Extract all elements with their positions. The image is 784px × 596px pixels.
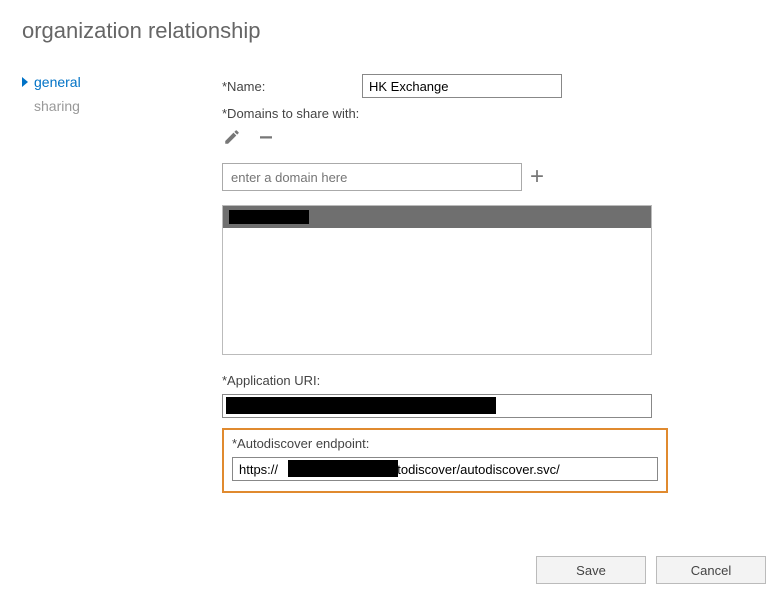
redacted-app-uri <box>226 397 496 414</box>
remove-icon[interactable] <box>256 127 276 147</box>
autodiscover-input[interactable] <box>232 457 658 481</box>
caret-icon <box>22 77 28 87</box>
form-panel: *Name: *Domains to share with: + <box>222 74 762 493</box>
cancel-button[interactable]: Cancel <box>656 556 766 584</box>
nav-general-label: general <box>34 74 81 90</box>
edit-icon[interactable] <box>222 127 242 147</box>
add-domain-icon[interactable]: + <box>530 167 544 187</box>
domain-input[interactable] <box>222 163 522 191</box>
nav-sharing[interactable]: sharing <box>22 98 222 114</box>
autodiscover-section: *Autodiscover endpoint: <box>222 428 668 493</box>
redacted-domain <box>229 210 309 224</box>
nav-sharing-label: sharing <box>34 98 80 114</box>
page-title: organization relationship <box>22 18 762 44</box>
footer-buttons: Save Cancel <box>536 556 766 584</box>
domains-label: *Domains to share with: <box>222 106 762 121</box>
name-label: *Name: <box>222 79 362 94</box>
list-item[interactable] <box>223 206 651 228</box>
autodiscover-label: *Autodiscover endpoint: <box>232 436 658 451</box>
save-button[interactable]: Save <box>536 556 646 584</box>
nav-general[interactable]: general <box>22 74 222 90</box>
name-input[interactable] <box>362 74 562 98</box>
side-nav: general sharing <box>22 74 222 122</box>
app-uri-label: *Application URI: <box>222 373 762 388</box>
domain-list[interactable] <box>222 205 652 355</box>
